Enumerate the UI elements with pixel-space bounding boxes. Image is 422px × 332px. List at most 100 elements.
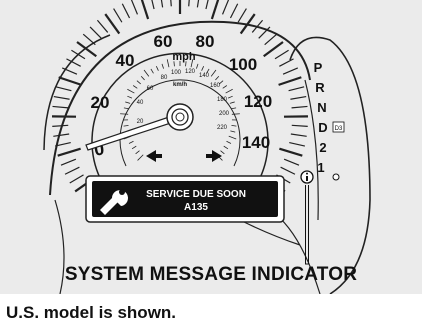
outer-tick bbox=[160, 0, 164, 8]
figure-caption: U.S. model is shown. bbox=[6, 303, 177, 322]
instrument-panel-figure: 0 20 40 60 80 100 120 140 mph 20 40 60 8… bbox=[0, 0, 422, 332]
kmh-tick bbox=[201, 65, 205, 71]
multi-information-display: SERVICE DUE SOON A135 bbox=[85, 175, 285, 223]
outer-tick bbox=[121, 3, 131, 19]
kmh-tick bbox=[137, 154, 144, 161]
kmh-tick bbox=[143, 69, 150, 77]
kmh-tick bbox=[231, 107, 237, 110]
kmh-label-40: 40 bbox=[137, 100, 144, 106]
outer-tick bbox=[279, 58, 294, 67]
outer-tick bbox=[291, 124, 308, 127]
kmh-label-100: 100 bbox=[171, 70, 182, 76]
kmh-tick bbox=[226, 140, 232, 144]
outer-tick bbox=[229, 3, 239, 19]
kmh-tick bbox=[161, 63, 164, 69]
outer-tick bbox=[210, 0, 220, 20]
outer-tick bbox=[289, 141, 306, 147]
kmh-tick bbox=[231, 113, 240, 115]
kmh-tick bbox=[228, 135, 237, 140]
kmh-tick bbox=[155, 65, 159, 71]
outer-tick bbox=[57, 147, 81, 157]
kmh-tick bbox=[123, 107, 129, 110]
gear-position-p: P bbox=[314, 60, 323, 75]
outer-tick bbox=[170, 0, 172, 7]
outer-tick bbox=[53, 95, 70, 100]
kmh-unit-label: km/h bbox=[173, 82, 187, 88]
outer-tick bbox=[58, 76, 82, 86]
outer-tick bbox=[60, 158, 77, 166]
kmh-tick bbox=[231, 125, 237, 127]
outer-tick bbox=[188, 0, 190, 7]
gear-position-r: R bbox=[315, 80, 325, 95]
mph-label-140: 140 bbox=[242, 133, 270, 152]
outer-tick bbox=[290, 133, 307, 137]
kmh-tick bbox=[123, 125, 129, 127]
kmh-tick bbox=[132, 85, 138, 89]
kmh-tick bbox=[135, 150, 140, 155]
gear-indicator-lamp bbox=[332, 173, 340, 181]
mph-unit-label: mph bbox=[172, 51, 196, 63]
system-message-indicator bbox=[300, 170, 314, 184]
kmh-tick bbox=[230, 130, 236, 133]
mph-label-120: 120 bbox=[244, 92, 272, 111]
callout-label: SYSTEM MESSAGE INDICATOR bbox=[64, 264, 358, 285]
kmh-tick bbox=[127, 88, 135, 94]
outer-tick bbox=[64, 166, 80, 175]
gear-position-1: 1 bbox=[317, 160, 324, 175]
outer-tick bbox=[291, 105, 308, 109]
kmh-tick bbox=[215, 76, 220, 81]
outer-tick bbox=[52, 124, 69, 127]
kmh-tick bbox=[166, 59, 170, 68]
gear-pod-inner-line bbox=[304, 79, 319, 221]
outer-tick bbox=[237, 8, 247, 23]
outer-tick bbox=[52, 105, 69, 109]
mph-label-40: 40 bbox=[116, 51, 135, 70]
kmh-label-140: 140 bbox=[199, 73, 210, 79]
dash-line-lower-middle bbox=[239, 219, 301, 246]
kmh-tick bbox=[136, 80, 141, 85]
outer-tick bbox=[82, 33, 96, 46]
outer-tick bbox=[130, 0, 139, 15]
kmh-tick bbox=[223, 145, 229, 150]
kmh-tick bbox=[220, 150, 225, 155]
mph-label-20: 20 bbox=[91, 93, 110, 112]
outer-tick bbox=[283, 158, 300, 166]
outer-tick bbox=[71, 49, 86, 60]
outer-tick bbox=[264, 33, 278, 46]
outer-tick bbox=[151, 0, 155, 10]
gear-position-d: D bbox=[318, 120, 327, 135]
message-line-2: A135 bbox=[184, 202, 208, 213]
kmh-tick bbox=[125, 101, 131, 104]
outer-tick bbox=[282, 67, 299, 75]
left-turn-arrow-icon bbox=[146, 150, 162, 162]
kmh-label-60: 60 bbox=[147, 86, 154, 92]
outer-tick bbox=[140, 0, 150, 20]
outer-tick bbox=[274, 49, 289, 60]
gear-position-n: N bbox=[317, 100, 326, 115]
outer-tick bbox=[113, 8, 123, 23]
outer-tick bbox=[55, 86, 72, 92]
kmh-tick bbox=[196, 63, 199, 69]
outer-tick bbox=[89, 26, 102, 39]
kmh-tick bbox=[229, 101, 235, 104]
kmh-tick bbox=[128, 140, 134, 144]
outer-tick bbox=[290, 95, 307, 100]
kmh-tick bbox=[150, 68, 154, 74]
kmh-label-220: 220 bbox=[217, 125, 228, 131]
outer-tick bbox=[76, 41, 97, 58]
outer-tick bbox=[280, 166, 296, 175]
kmh-label-160: 160 bbox=[210, 83, 221, 89]
kmh-tick bbox=[127, 95, 133, 99]
instrument-cluster-illustration: 0 20 40 60 80 100 120 140 mph 20 40 60 8… bbox=[43, 0, 371, 294]
mph-label-100: 100 bbox=[229, 55, 257, 74]
outer-tick bbox=[196, 0, 200, 8]
kmh-label-20: 20 bbox=[137, 119, 144, 125]
gear-position-2: 2 bbox=[319, 140, 326, 155]
outer-tick bbox=[221, 0, 230, 15]
gear-pod-outline bbox=[289, 36, 371, 294]
outer-tick bbox=[263, 41, 284, 58]
kmh-tick bbox=[222, 85, 228, 89]
message-line-1: SERVICE DUE SOON bbox=[146, 189, 246, 200]
kmh-tick bbox=[210, 69, 217, 77]
outer-tick bbox=[279, 147, 303, 157]
